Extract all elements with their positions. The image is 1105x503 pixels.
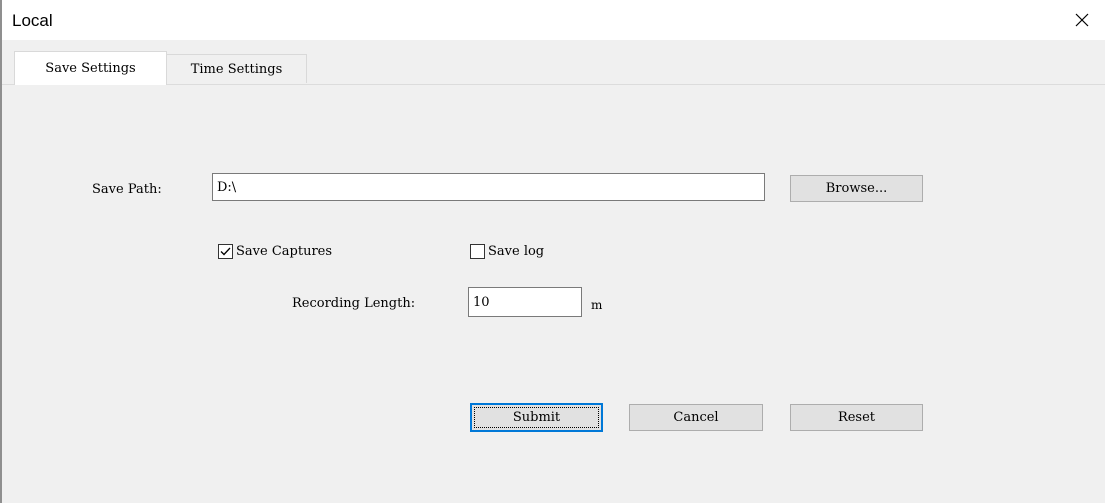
window-title: Local (12, 11, 53, 30)
save-log-checkbox[interactable]: Save log (470, 244, 544, 259)
recording-length-input[interactable] (468, 287, 582, 317)
tab-time-settings[interactable]: Time Settings (166, 54, 307, 83)
save-log-label: Save log (488, 244, 545, 259)
close-button[interactable] (1059, 0, 1105, 40)
tab-strip: Save Settings Time Settings (2, 50, 1105, 85)
browse-button[interactable]: Browse... (790, 175, 923, 202)
focus-ring (474, 407, 599, 428)
recording-length-unit: m (591, 298, 603, 312)
save-path-label: Save Path: (92, 182, 162, 197)
save-captures-check-box[interactable] (218, 244, 233, 259)
save-path-input[interactable] (212, 173, 765, 201)
checkmark-icon (220, 247, 231, 256)
save-log-check-box[interactable] (470, 244, 485, 259)
save-captures-checkbox[interactable]: Save Captures (218, 244, 332, 259)
recording-length-label: Recording Length: (292, 296, 416, 311)
save-captures-label: Save Captures (236, 244, 333, 259)
title-bar: Local (2, 0, 1105, 40)
tab-save-settings[interactable]: Save Settings (14, 51, 167, 85)
reset-button[interactable]: Reset (790, 404, 923, 431)
dialog-window: Local Save Settings Time Settings Save P… (0, 0, 1105, 503)
cancel-button[interactable]: Cancel (629, 404, 763, 431)
submit-button[interactable]: Submit (470, 403, 603, 432)
close-icon (1074, 12, 1090, 28)
